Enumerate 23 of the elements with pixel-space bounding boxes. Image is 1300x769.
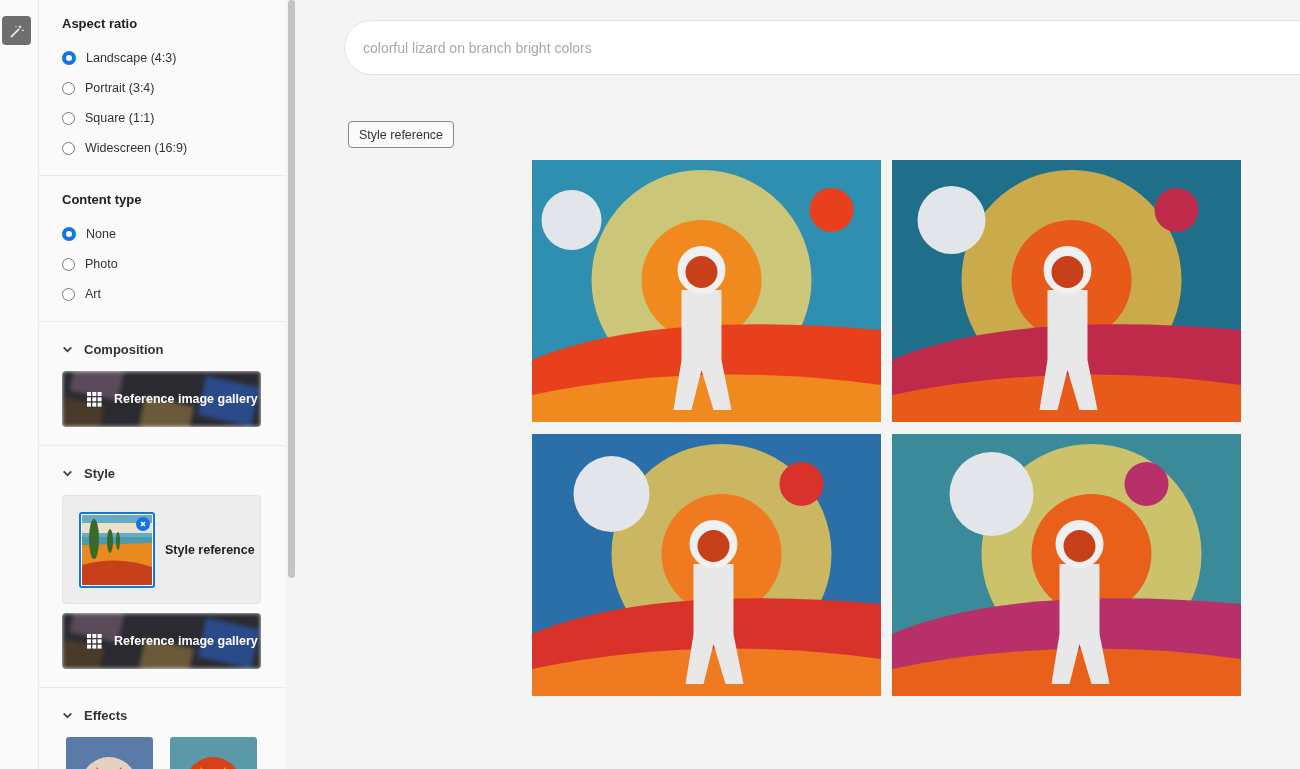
prompt-field[interactable]: colorful lizard on branch bright colors (344, 20, 1300, 75)
radio-option[interactable]: Landscape (4:3) (62, 43, 285, 73)
close-icon (138, 518, 148, 529)
section-title: Aspect ratio (62, 16, 139, 33)
section-title: Content type (62, 192, 143, 209)
grid-icon (87, 391, 102, 407)
section-title: Style (84, 465, 116, 481)
style-reference-button[interactable]: Style reference (348, 121, 455, 148)
radio-option[interactable]: Portrait (3:4) (62, 73, 285, 103)
grid-icon (87, 633, 102, 649)
section-title: Effects (84, 707, 128, 723)
reference-gallery-button[interactable]: Reference image gallery (62, 371, 261, 427)
radio-option[interactable]: None (62, 219, 285, 249)
scrollbar-thumb[interactable] (288, 0, 295, 578)
card-label: Style reference (165, 542, 255, 557)
magic-wand-button[interactable] (2, 16, 31, 45)
style-reference-card[interactable]: Style reference (62, 495, 261, 604)
radio-option[interactable]: Art (62, 279, 285, 309)
section-title: Composition (84, 341, 164, 357)
radio-option[interactable]: Photo (62, 249, 285, 279)
radio-option[interactable]: Square (1:1) (62, 103, 285, 133)
reference-gallery-button[interactable]: Reference image gallery (62, 613, 261, 669)
radio-option[interactable]: Widescreen (16:9) (62, 133, 285, 163)
